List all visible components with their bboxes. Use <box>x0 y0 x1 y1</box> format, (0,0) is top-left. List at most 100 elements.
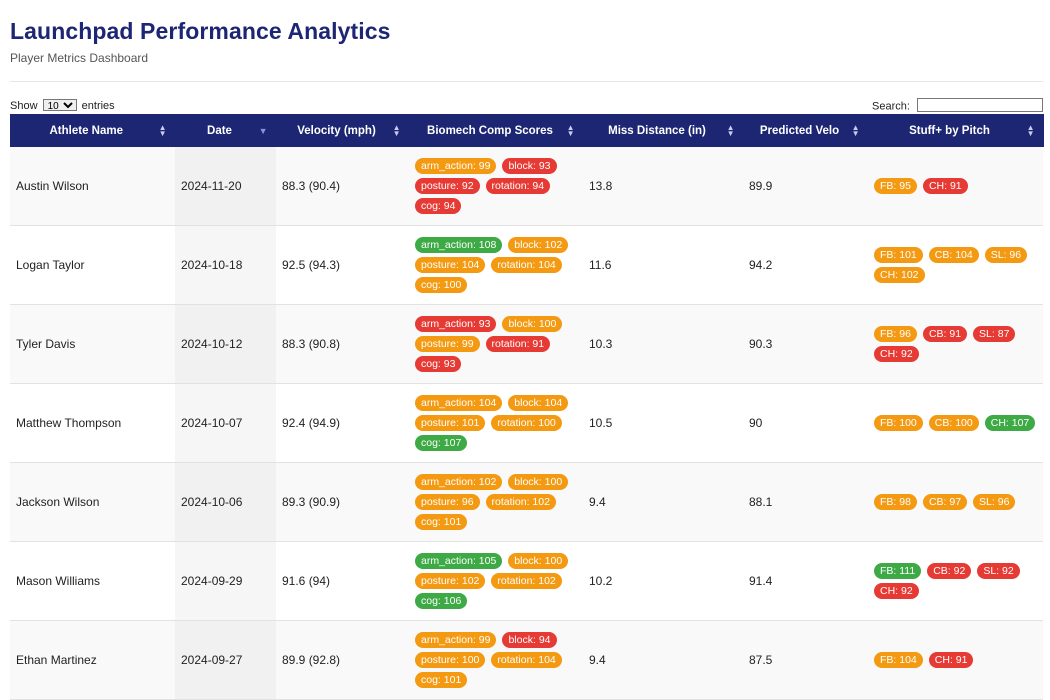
badge-group: FB: 100 CB: 100 CH: 107 <box>874 415 1037 431</box>
cell-velocity: 89.3 (90.9) <box>276 462 409 542</box>
cell-date: 2024-10-18 <box>175 225 276 305</box>
score-badge: CB: 97 <box>922 494 968 510</box>
badge-group: arm_action: 108 block: 102 posture: 104 rot… <box>415 237 577 293</box>
score-badge: CH: 92 <box>874 346 919 362</box>
column-header-predicted-velo[interactable]: Predicted Velo ▲ ▼ <box>743 114 869 147</box>
cell-predicted-velo: 87.5 <box>743 620 868 700</box>
cell-biomech-scores: arm_action: 99 block: 94 posture: 100 rotat… <box>409 620 583 700</box>
score-badge: arm_action: 99 <box>415 632 497 648</box>
score-badge: CB: 100 <box>928 415 979 431</box>
cell-miss-distance: 10.5 <box>583 383 743 463</box>
search-input[interactable] <box>917 97 1043 112</box>
cell-biomech-scores: arm_action: 105 block: 100 posture: 102 rot… <box>409 541 583 621</box>
table-body: Austin Wilson 2024-11-20 88.3 (90.4) arm_ac… <box>10 147 1043 700</box>
table-controls: Show 10 entries Search: <box>10 97 1043 113</box>
score-badge: posture: 102 <box>415 573 486 589</box>
cell-miss-distance: 9.4 <box>583 462 743 542</box>
column-header-date[interactable]: Date ▼ <box>175 114 277 147</box>
score-badge: CB: 91 <box>922 326 968 342</box>
score-badge: FB: 98 <box>874 494 917 510</box>
sort-both-icon: ▲ ▼ <box>158 122 167 138</box>
column-label: Date <box>207 124 232 137</box>
cell-predicted-velo: 89.9 <box>743 147 868 226</box>
page-title: Launchpad Performance Analytics <box>10 18 391 44</box>
cell-predicted-velo: 90 <box>743 383 868 463</box>
cell-date: 2024-09-27 <box>175 620 276 700</box>
score-badge: arm_action: 105 <box>415 553 503 569</box>
table-row: Jackson Wilson 2024-10-06 89.3 (90.9) arm_a… <box>10 462 1043 542</box>
metrics-table: Athlete Name ▲ ▼ Date ▼ Velocity (mph) ▲ ▼ Bi… <box>10 114 1044 700</box>
score-badge: rotation: 91 <box>485 336 551 352</box>
score-badge: CH: 91 <box>922 178 968 194</box>
score-badge: posture: 92 <box>415 178 480 194</box>
score-badge: posture: 96 <box>415 494 480 510</box>
badge-group: FB: 104 CH: 91 <box>874 652 1037 668</box>
score-badge: FB: 100 <box>874 415 923 431</box>
score-badge: CH: 102 <box>874 267 925 283</box>
cell-miss-distance: 9.4 <box>583 620 743 700</box>
score-badge: cog: 93 <box>415 356 462 372</box>
score-badge: rotation: 102 <box>485 494 556 510</box>
cell-stuff-plus: FB: 96 CB: 91 SL: 87 CH: 92 <box>868 304 1043 384</box>
entries-select[interactable]: 10 <box>42 98 77 111</box>
score-badge: FB: 96 <box>874 326 917 342</box>
cell-predicted-velo: 94.2 <box>743 225 868 305</box>
score-badge: cog: 101 <box>415 514 468 530</box>
cell-velocity: 88.3 (90.4) <box>276 147 409 226</box>
table-header-row: Athlete Name ▲ ▼ Date ▼ Velocity (mph) ▲ ▼ Bi… <box>10 114 1044 147</box>
column-header-velocity[interactable]: Velocity (mph) ▲ ▼ <box>276 114 410 147</box>
score-badge: cog: 106 <box>415 593 468 609</box>
badge-group: arm_action: 99 block: 93 posture: 92 rotati… <box>415 158 577 214</box>
cell-predicted-velo: 91.4 <box>743 541 868 621</box>
cell-velocity: 89.9 (92.8) <box>276 620 409 700</box>
cell-stuff-plus: FB: 95 CH: 91 <box>868 147 1043 226</box>
column-label: Stuff+ by Pitch <box>909 124 990 137</box>
show-label: Show <box>10 99 38 112</box>
cell-athlete-name: Jackson Wilson <box>10 462 175 542</box>
cell-velocity: 92.5 (94.3) <box>276 225 409 305</box>
sort-both-icon: ▲ ▼ <box>392 122 401 138</box>
column-header-stuff-plus[interactable]: Stuff+ by Pitch ▲ ▼ <box>868 114 1044 147</box>
score-badge: block: 93 <box>502 158 557 174</box>
badge-group: FB: 96 CB: 91 SL: 87 CH: 92 <box>874 326 1037 362</box>
cell-biomech-scores: arm_action: 99 block: 93 posture: 92 rotati… <box>409 147 583 226</box>
column-label: Predicted Velo <box>759 124 840 137</box>
cell-stuff-plus: FB: 104 CH: 91 <box>868 620 1043 700</box>
table-row: Tyler Davis 2024-10-12 88.3 (90.8) arm_acti… <box>10 304 1043 384</box>
column-header-biomech[interactable]: Biomech Comp Scores ▲ ▼ <box>409 114 584 147</box>
score-badge: arm_action: 108 <box>415 237 503 253</box>
badge-group: FB: 95 CH: 91 <box>874 178 1037 194</box>
score-badge: rotation: 104 <box>491 257 562 273</box>
cell-biomech-scores: arm_action: 108 block: 102 posture: 104 rot… <box>409 225 583 305</box>
column-header-athlete-name[interactable]: Athlete Name ▲ ▼ <box>10 114 176 147</box>
score-badge: FB: 101 <box>874 247 923 263</box>
cell-stuff-plus: FB: 100 CB: 100 CH: 107 <box>868 383 1043 463</box>
score-badge: FB: 104 <box>874 652 923 668</box>
cell-predicted-velo: 90.3 <box>743 304 868 384</box>
score-badge: posture: 101 <box>415 415 486 431</box>
table-row: Austin Wilson 2024-11-20 88.3 (90.4) arm_ac… <box>10 147 1043 226</box>
score-badge: block: 102 <box>508 237 569 253</box>
sort-both-icon: ▲ ▼ <box>566 122 575 138</box>
cell-date: 2024-11-20 <box>175 147 276 226</box>
cell-miss-distance: 13.8 <box>583 147 743 226</box>
column-header-miss-distance[interactable]: Miss Distance (in) ▲ ▼ <box>583 114 744 147</box>
badge-group: arm_action: 93 block: 100 posture: 99 rotat… <box>415 316 577 372</box>
cell-date: 2024-10-12 <box>175 304 276 384</box>
cell-athlete-name: Logan Taylor <box>10 225 175 305</box>
score-badge: cog: 94 <box>415 198 462 214</box>
search-label: Search: <box>872 100 910 113</box>
score-badge: block: 94 <box>502 632 557 648</box>
score-badge: block: 104 <box>508 395 569 411</box>
score-badge: rotation: 104 <box>491 652 562 668</box>
score-badge: FB: 111 <box>874 563 922 579</box>
table-row: Matthew Thompson 2024-10-07 92.4 (94.9) arm… <box>10 383 1043 463</box>
cell-date: 2024-10-07 <box>175 383 276 463</box>
table-row: Mason Williams 2024-09-29 91.6 (94) arm_act… <box>10 541 1043 621</box>
cell-miss-distance: 10.2 <box>583 541 743 621</box>
column-label: Athlete Name <box>49 124 124 137</box>
score-badge: CB: 92 <box>927 563 972 579</box>
sort-both-icon: ▲ ▼ <box>1026 122 1035 138</box>
score-badge: posture: 99 <box>415 336 480 352</box>
score-badge: rotation: 94 <box>485 178 551 194</box>
